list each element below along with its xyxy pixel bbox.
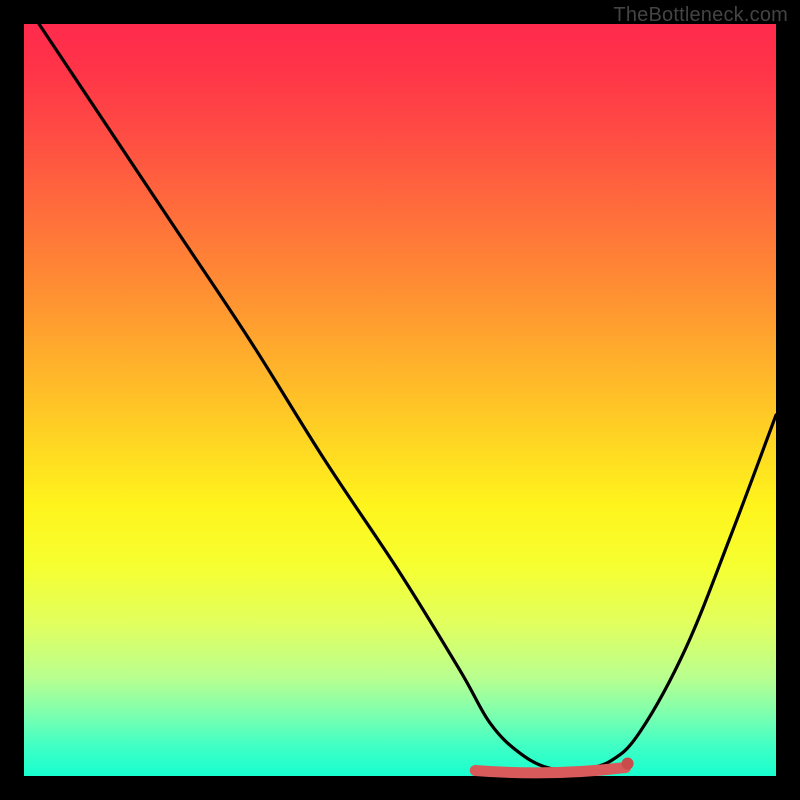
plateau-end-dot <box>622 757 634 769</box>
curve-line <box>39 24 776 770</box>
chart-frame: TheBottleneck.com <box>0 0 800 800</box>
bottleneck-curve <box>24 24 776 776</box>
plateau-marker <box>475 767 625 772</box>
